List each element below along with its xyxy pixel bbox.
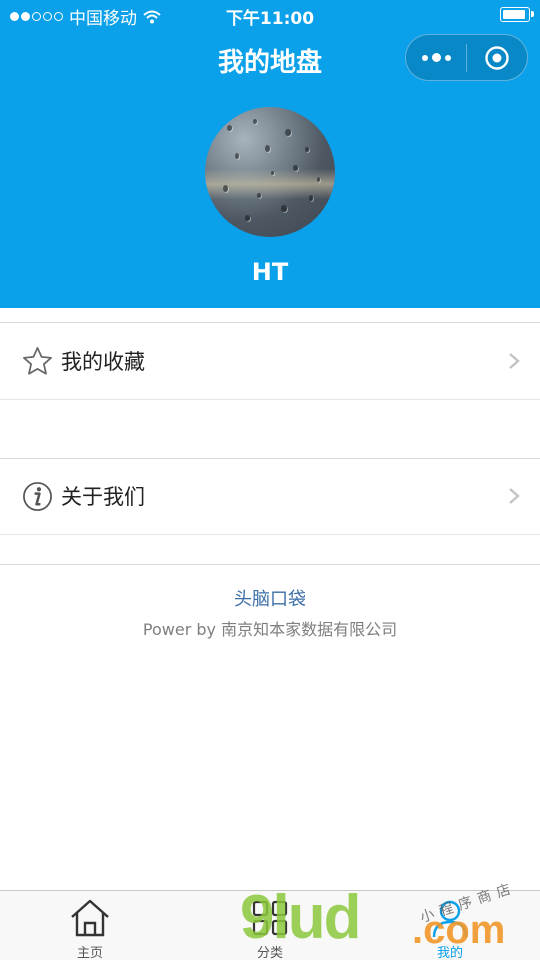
- divider: [0, 322, 540, 323]
- menu-item-label: 关于我们: [61, 485, 145, 509]
- more-button[interactable]: [406, 35, 466, 80]
- menu-item-about[interactable]: 关于我们: [0, 459, 540, 535]
- star-icon: [23, 347, 52, 375]
- status-time: 下午11:00: [225, 9, 315, 29]
- divider: [0, 564, 540, 565]
- tab-label: 我的: [436, 946, 463, 961]
- menu-item-label: 我的收藏: [61, 350, 145, 374]
- battery-icon: [500, 7, 534, 22]
- home-icon: [71, 899, 109, 937]
- avatar[interactable]: [205, 107, 335, 237]
- user-icon: [432, 900, 468, 938]
- close-mini-program-button[interactable]: [467, 35, 527, 80]
- more-icon: [421, 53, 451, 62]
- chevron-right-icon: [509, 353, 520, 369]
- tab-label: 主页: [76, 946, 103, 961]
- mini-program-capsule: [405, 34, 528, 81]
- username: HT: [251, 258, 289, 286]
- profile-header: 我的地盘 HT: [0, 30, 540, 308]
- info-icon: [23, 482, 52, 511]
- footer-power-text: Power by 南京知本家数据有限公司: [142, 620, 398, 639]
- chevron-right-icon: [509, 488, 520, 504]
- tab-bar: 主页 分类 我的: [0, 890, 540, 961]
- tab-label: 分类: [256, 946, 283, 961]
- target-icon: [485, 45, 509, 70]
- status-bar: 中国移动 下午11:00: [0, 0, 540, 30]
- grid-icon: [252, 900, 288, 936]
- menu-item-favorites[interactable]: 我的收藏: [0, 324, 540, 400]
- tab-mine[interactable]: 我的: [390, 891, 510, 961]
- tab-home[interactable]: 主页: [30, 891, 150, 961]
- footer-link[interactable]: 头脑口袋: [0, 585, 540, 611]
- tab-categories[interactable]: 分类: [210, 891, 330, 961]
